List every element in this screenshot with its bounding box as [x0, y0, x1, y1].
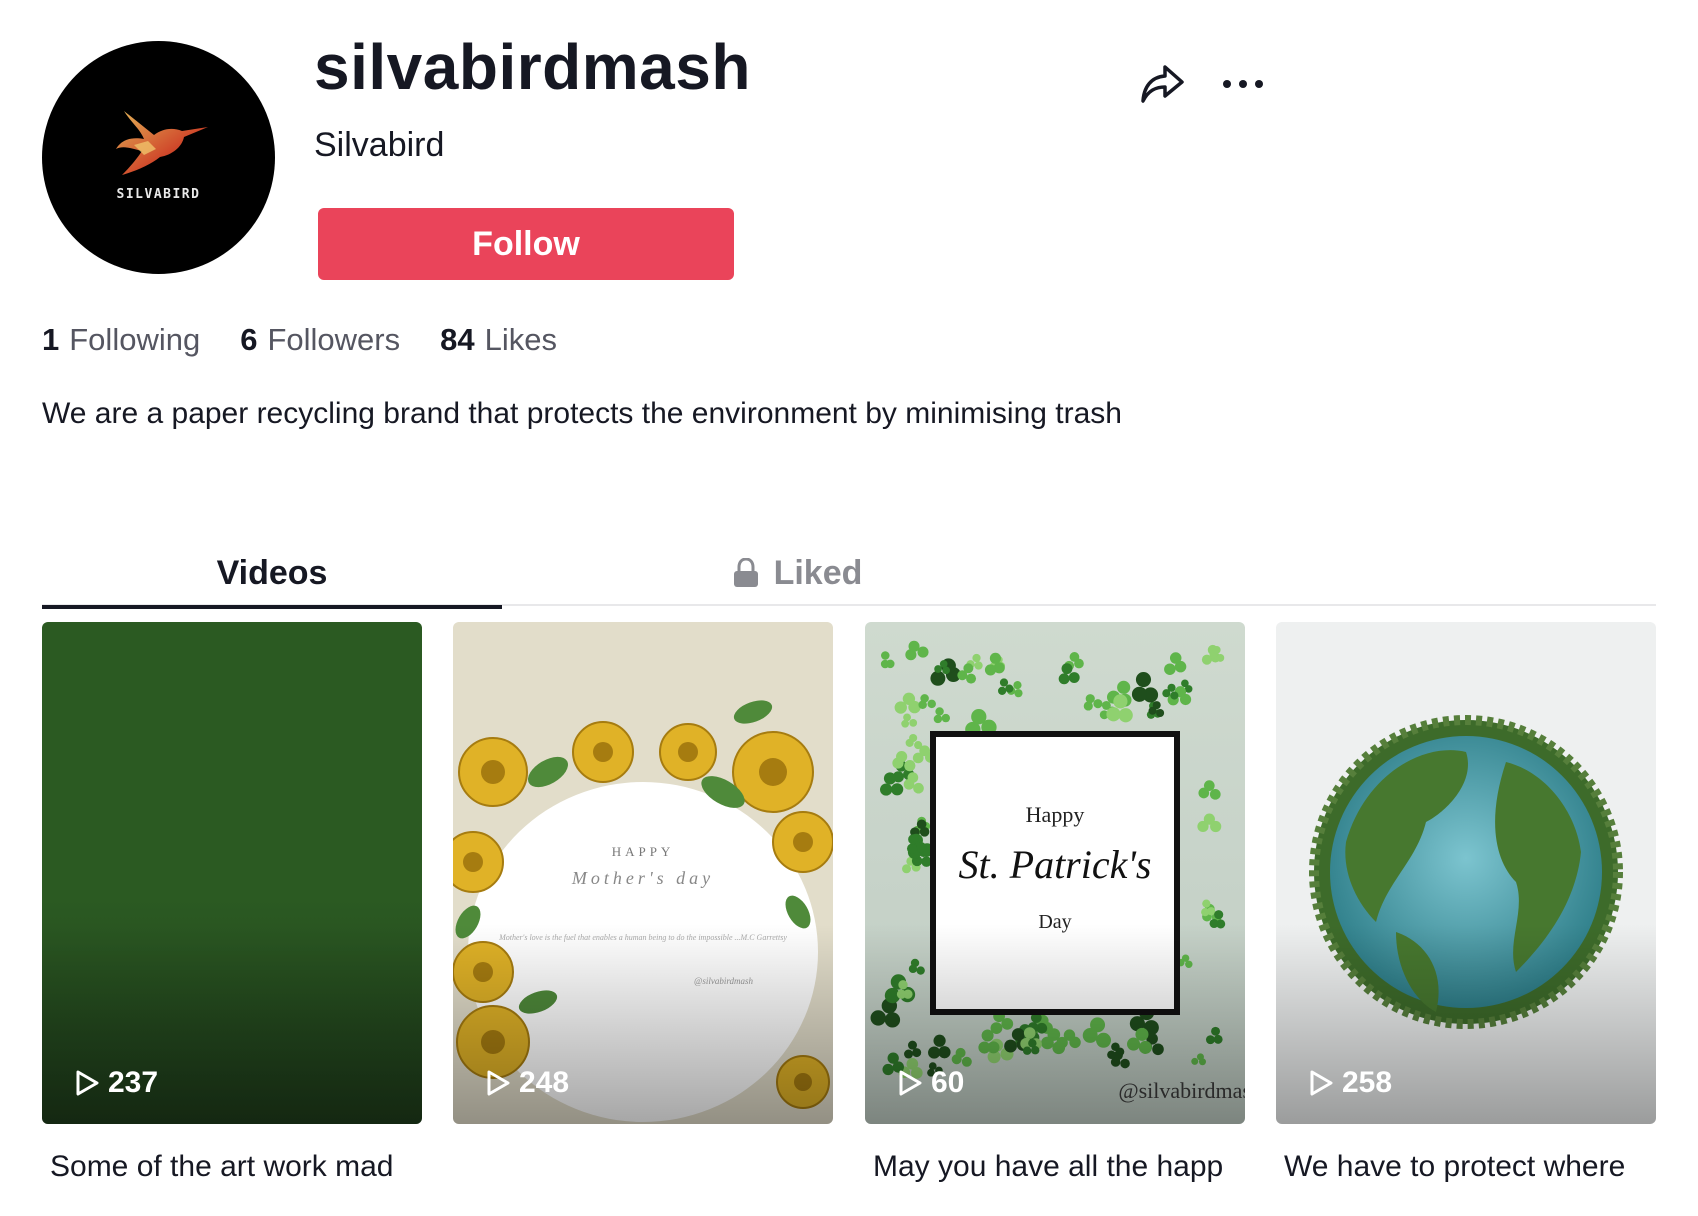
likes-label: Likes	[484, 322, 557, 357]
tab-liked[interactable]: Liked	[582, 540, 1012, 606]
play-count: 258	[1308, 1066, 1392, 1100]
st-patricks-handle: @silvabirdmas	[1118, 1078, 1245, 1103]
more-options-button[interactable]	[1218, 62, 1268, 106]
likes-stat: 84 Likes	[440, 322, 557, 358]
mothers-day-happy: HAPPY	[612, 844, 675, 859]
followers-label: Followers	[267, 322, 401, 357]
tab-videos[interactable]: Videos	[42, 540, 502, 609]
following-label: Following	[69, 322, 201, 357]
play-icon	[487, 1070, 510, 1096]
share-button[interactable]	[1136, 58, 1188, 110]
nickname: Silvabird	[314, 126, 445, 164]
st-patricks-line2: St. Patrick's	[959, 842, 1152, 887]
play-icon	[76, 1070, 99, 1096]
video-card[interactable]: 258	[1276, 622, 1656, 1124]
play-count-value: 258	[1342, 1066, 1393, 1099]
play-icon	[899, 1070, 922, 1096]
profile-page: SILVABIRD silvabirdmash Silvabird Follow…	[0, 0, 1698, 1216]
follow-button[interactable]: Follow	[318, 208, 734, 280]
likes-count: 84	[440, 322, 475, 357]
video-card[interactable]: Happy St. Patrick's Day @silvabirdmas 60	[865, 622, 1245, 1124]
followers-stat[interactable]: 6 Followers	[240, 322, 400, 358]
play-count-value: 237	[108, 1066, 159, 1099]
st-patricks-line1: Happy	[1026, 802, 1085, 827]
video-caption[interactable]: May you have all the happ	[865, 1150, 1245, 1184]
video-card[interactable]: 237	[42, 622, 422, 1124]
tab-liked-label: Liked	[773, 553, 863, 592]
tab-videos-label: Videos	[216, 553, 328, 592]
profile-bio: We are a paper recycling brand that prot…	[42, 397, 1122, 430]
play-count-value: 60	[931, 1066, 965, 1099]
video-grid: 237 Some of the art work mad HAPPY Mothe…	[42, 622, 1656, 1184]
video-card[interactable]: HAPPY Mother's day Mother's love is the …	[453, 622, 833, 1124]
play-count: 60	[897, 1066, 964, 1100]
play-count-value: 248	[519, 1066, 570, 1099]
following-stat[interactable]: 1 Following	[42, 322, 200, 358]
avatar[interactable]: SILVABIRD	[42, 41, 275, 274]
avatar-brand-text: SILVABIRD	[116, 187, 201, 202]
video-caption[interactable]: Some of the art work mad	[42, 1150, 422, 1184]
profile-tabs: Videos Liked	[42, 540, 1656, 609]
video-caption[interactable]: We have to protect where	[1276, 1150, 1656, 1184]
play-icon	[1310, 1070, 1333, 1096]
followers-count: 6	[240, 322, 258, 357]
following-count: 1	[42, 322, 60, 357]
ellipsis-icon	[1223, 80, 1263, 88]
share-arrow-icon	[1141, 65, 1184, 103]
lock-icon	[733, 558, 758, 587]
mothers-day-title: Mother's day	[571, 868, 714, 888]
hummingbird-logo-icon	[115, 111, 208, 175]
play-count: 237	[74, 1066, 158, 1100]
username: silvabirdmash	[314, 31, 751, 103]
play-count: 248	[485, 1066, 569, 1100]
profile-stats: 1 Following 6 Followers 84 Likes	[42, 322, 557, 358]
